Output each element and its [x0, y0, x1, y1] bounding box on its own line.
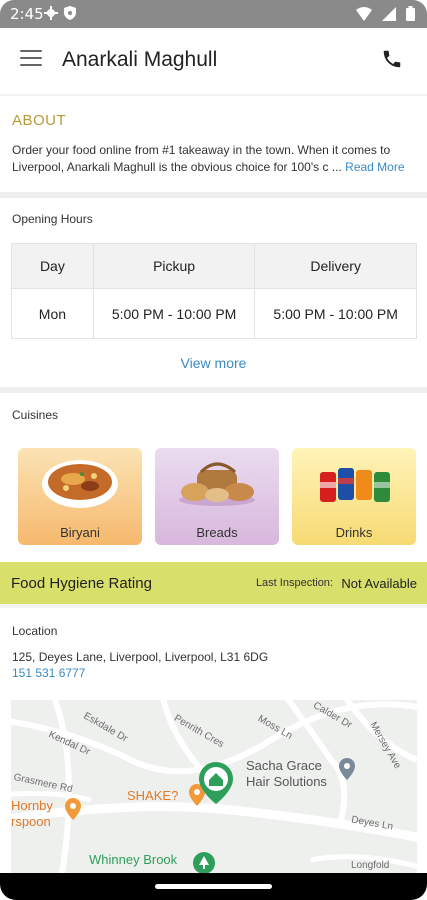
breads-image [179, 462, 255, 506]
cell-pickup: 5:00 PM - 10:00 PM [92, 288, 256, 339]
column-header-day: Day [11, 243, 94, 289]
home-gesture-handle[interactable] [155, 884, 272, 889]
status-bar: 2:45 [0, 0, 427, 28]
view-more-link[interactable]: View more [0, 355, 427, 371]
system-navigation-bar [0, 873, 427, 900]
biryani-image [42, 460, 118, 508]
about-description: Order your food online from #1 takeaway … [12, 143, 391, 174]
map-place-label: rspoon [11, 814, 51, 829]
map-place-label: SHAKE? [127, 788, 179, 803]
signal-icon [382, 6, 396, 21]
menu-icon[interactable] [20, 50, 42, 68]
cuisines-label: Cuisines [12, 408, 59, 422]
map-place-label: Whinney Brook [89, 852, 178, 867]
cuisine-card-biryani[interactable]: Biryani [18, 448, 142, 545]
location-label: Location [12, 624, 58, 638]
location-map[interactable]: Eskdale Dr Kendal Dr Penrith Cres Moss L… [11, 700, 417, 875]
last-inspection-value: Not Available [341, 576, 417, 591]
map-place-label: Hornby [11, 798, 53, 813]
settings-icon [44, 6, 58, 20]
column-header-pickup: Pickup [92, 243, 256, 289]
battery-icon [406, 6, 415, 21]
about-title: ABOUT [12, 112, 67, 129]
map-pin-icon [339, 758, 355, 780]
address-text: 125, Deyes Lane, Liverpool, Liverpool, L… [12, 650, 269, 664]
map-street-label: Longfold [351, 860, 390, 871]
column-header-delivery: Delivery [254, 243, 417, 289]
page-title: Anarkali Maghull [62, 48, 218, 71]
status-time: 2:45 [10, 5, 44, 23]
table-header-row: Day Pickup Delivery [11, 243, 417, 289]
wifi-icon [356, 6, 372, 21]
drinks-image [320, 468, 390, 502]
food-pin-icon [65, 798, 81, 820]
park-pin-icon [193, 852, 215, 874]
app-bar: Anarkali Maghull [0, 28, 427, 94]
cuisine-card-breads[interactable]: Breads [155, 448, 279, 545]
map-place-label: Hair Solutions [246, 774, 327, 789]
opening-hours-table: Day Pickup Delivery Mon 5:00 PM - 10:00 … [11, 243, 417, 339]
map-place-label: Sacha Grace [246, 758, 322, 773]
hygiene-rating-bar: Food Hygiene Rating Last Inspection: Not… [0, 562, 427, 604]
cell-delivery: 5:00 PM - 10:00 PM [254, 288, 417, 339]
cuisine-card-drinks[interactable]: Drinks [292, 448, 416, 545]
home-marker-icon [199, 762, 233, 804]
about-text: Order your food online from #1 takeaway … [12, 142, 422, 176]
shield-icon [64, 6, 76, 20]
table-row: Mon 5:00 PM - 10:00 PM 5:00 PM - 10:00 P… [11, 288, 417, 339]
cuisine-label-biryani: Biryani [60, 525, 100, 540]
cuisine-label-breads: Breads [196, 525, 238, 540]
cuisine-label-drinks: Drinks [335, 525, 373, 540]
phone-number-link[interactable]: 151 531 6777 [12, 666, 85, 680]
cell-day: Mon [11, 288, 94, 339]
phone-icon[interactable] [381, 48, 403, 70]
last-inspection-label: Last Inspection: [255, 577, 333, 589]
hygiene-title: Food Hygiene Rating [11, 575, 152, 592]
opening-hours-label: Opening Hours [12, 212, 93, 226]
read-more-link[interactable]: Read More [345, 160, 404, 174]
